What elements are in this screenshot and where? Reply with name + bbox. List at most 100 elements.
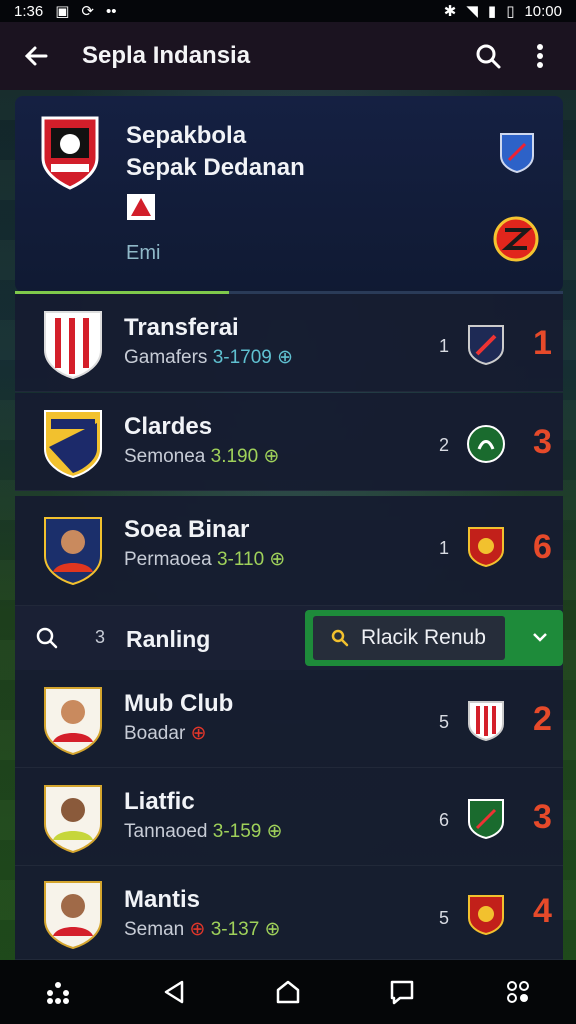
- app-bar: Sepla Indansia: [0, 22, 576, 90]
- team-meta: Seman ⊕ 3-137 ⊕: [124, 918, 281, 941]
- team-meta-label: Permaoea: [124, 549, 212, 570]
- team-rank: 1: [533, 324, 552, 362]
- team-meta: Semonea 3.190 ⊕: [124, 445, 279, 468]
- trend-icon: ⊕: [264, 919, 281, 940]
- shield-badge-icon: [500, 133, 534, 174]
- trend-icon: ⊕: [266, 821, 283, 842]
- player-avatar-icon: [44, 517, 102, 586]
- team-position: 1: [439, 336, 450, 356]
- team-name: Clardes: [124, 413, 213, 440]
- opponent-badge-icon: [467, 425, 505, 463]
- featured-subtitle: Sepak Dedanan: [126, 154, 305, 181]
- more-options-button[interactable]: [522, 38, 558, 74]
- search-icon: [476, 44, 501, 69]
- featured-league-card[interactable]: Sepakbola Sepak Dedanan Emi: [15, 96, 563, 294]
- opponent-badge-icon: [468, 527, 504, 568]
- chevron-down-icon: [533, 633, 547, 642]
- filter-button-label: Rlacik Renub: [361, 626, 486, 649]
- player-avatar-icon: [44, 687, 102, 756]
- team-name: Mub Club: [124, 690, 234, 717]
- ranking-count: 3: [95, 627, 106, 647]
- team-meta: Boadar ⊕: [124, 722, 206, 745]
- ranking-label: Ranling: [126, 626, 211, 652]
- apps-icon[interactable]: [43, 977, 73, 1007]
- team-position: 5: [439, 908, 450, 928]
- team-crest-icon: [44, 410, 102, 479]
- player-avatar-icon: [44, 881, 102, 950]
- assistant-icon[interactable]: [503, 977, 533, 1007]
- recents-icon[interactable]: [388, 978, 416, 1006]
- opponent-badge-icon: [468, 701, 504, 742]
- opponent-badge-icon: [468, 895, 504, 936]
- team-position: 1: [439, 538, 450, 558]
- opponent-badge-icon: [468, 799, 504, 840]
- team-name: Soea Binar: [124, 516, 250, 543]
- sync-icon: ⟳: [81, 3, 94, 20]
- team-crest-icon: [44, 311, 102, 380]
- team-name: Transferai: [124, 314, 239, 341]
- back-arrow-icon: [24, 46, 48, 66]
- team-row[interactable]: Mantis Seman ⊕ 3-137 ⊕ 5 4: [15, 866, 563, 960]
- team-meta-label: Semonea: [124, 446, 206, 467]
- team-position: 5: [439, 712, 450, 732]
- team-rank: 2: [533, 700, 552, 738]
- trend-icon: ⊕: [269, 549, 286, 570]
- round-badge-icon: [493, 216, 539, 262]
- filter-search-field[interactable]: Rlacik Renub: [313, 616, 505, 660]
- team-position: 2: [439, 435, 450, 455]
- status-clock: 10:00: [524, 2, 562, 20]
- back-button[interactable]: [18, 38, 54, 74]
- team-meta-value: 3.190: [210, 446, 259, 467]
- team-meta-value: 3-159: [212, 821, 262, 842]
- team-meta: Gamafers 3-1709 ⊕: [124, 346, 293, 369]
- team-rank: 3: [533, 798, 552, 836]
- team-row[interactable]: Soea Binar Permaoea 3-110 ⊕ 1 6: [15, 496, 563, 606]
- team-row[interactable]: Clardes Semonea 3.190 ⊕ 2 3: [15, 393, 563, 491]
- notification-icon: ▣: [55, 3, 70, 20]
- battery-icon: ▯: [506, 3, 515, 20]
- league-crest-icon: [41, 116, 99, 190]
- back-nav-icon[interactable]: [160, 978, 188, 1006]
- search-icon[interactable]: [35, 626, 59, 650]
- team-meta-label: Gamafers: [124, 347, 208, 368]
- trend-icon: ⊕: [190, 723, 207, 744]
- page-title: Sepla Indansia: [82, 42, 251, 69]
- team-meta-value: 3-137: [210, 919, 260, 940]
- home-icon[interactable]: [274, 978, 302, 1006]
- team-row[interactable]: Mub Club Boadar ⊕ 5 2: [15, 670, 563, 768]
- team-meta-value: 3-1709: [212, 347, 272, 368]
- opponent-badge-icon: [468, 325, 504, 366]
- featured-title: Sepakbola: [126, 122, 247, 149]
- ranking-bar: 3 Ranling Rlacik Renub: [15, 606, 563, 670]
- team-position: 6: [439, 810, 450, 830]
- player-avatar-icon: [44, 785, 102, 854]
- more-vertical-icon: [537, 44, 543, 68]
- team-name: Mantis: [124, 886, 201, 913]
- team-rank: 3: [533, 423, 552, 461]
- filter-button[interactable]: Rlacik Renub: [305, 610, 563, 666]
- team-rank: 6: [533, 528, 552, 566]
- bluetooth-icon: ✱: [443, 3, 457, 20]
- team-row[interactable]: Liatfic Tannaoed 3-159 ⊕ 6 3: [15, 768, 563, 866]
- brand-logo-icon: [127, 194, 155, 220]
- trend-icon: ⊕: [277, 347, 294, 368]
- team-meta-label: Seman: [124, 919, 185, 940]
- team-meta: Tannaoed 3-159 ⊕: [124, 820, 283, 843]
- status-bar: 1:36 ▣ ⟳ •• ✱ ◥ ▮ ▯ 10:00: [0, 0, 576, 22]
- team-row[interactable]: Transferai Gamafers 3-1709 ⊕ 1 1: [15, 294, 563, 392]
- wifi-icon: ◥: [466, 3, 478, 20]
- trend-down-icon: ⊕: [189, 919, 206, 940]
- trend-icon: ⊕: [263, 446, 280, 467]
- team-meta-label: Boadar: [124, 723, 186, 744]
- team-meta: Permaoea 3-110 ⊕: [124, 548, 285, 571]
- featured-caption: Emi: [126, 242, 161, 264]
- search-button[interactable]: [470, 38, 506, 74]
- system-nav-bar: [0, 960, 576, 1024]
- signal-icon: ▮: [487, 3, 497, 20]
- team-name: Liatfic: [124, 788, 195, 815]
- team-rank: 4: [533, 892, 552, 930]
- team-meta-value: 3-110: [216, 549, 265, 570]
- more-notifications-icon: ••: [105, 2, 117, 20]
- status-time: 1:36: [14, 2, 44, 20]
- team-meta-label: Tannaoed: [124, 821, 208, 842]
